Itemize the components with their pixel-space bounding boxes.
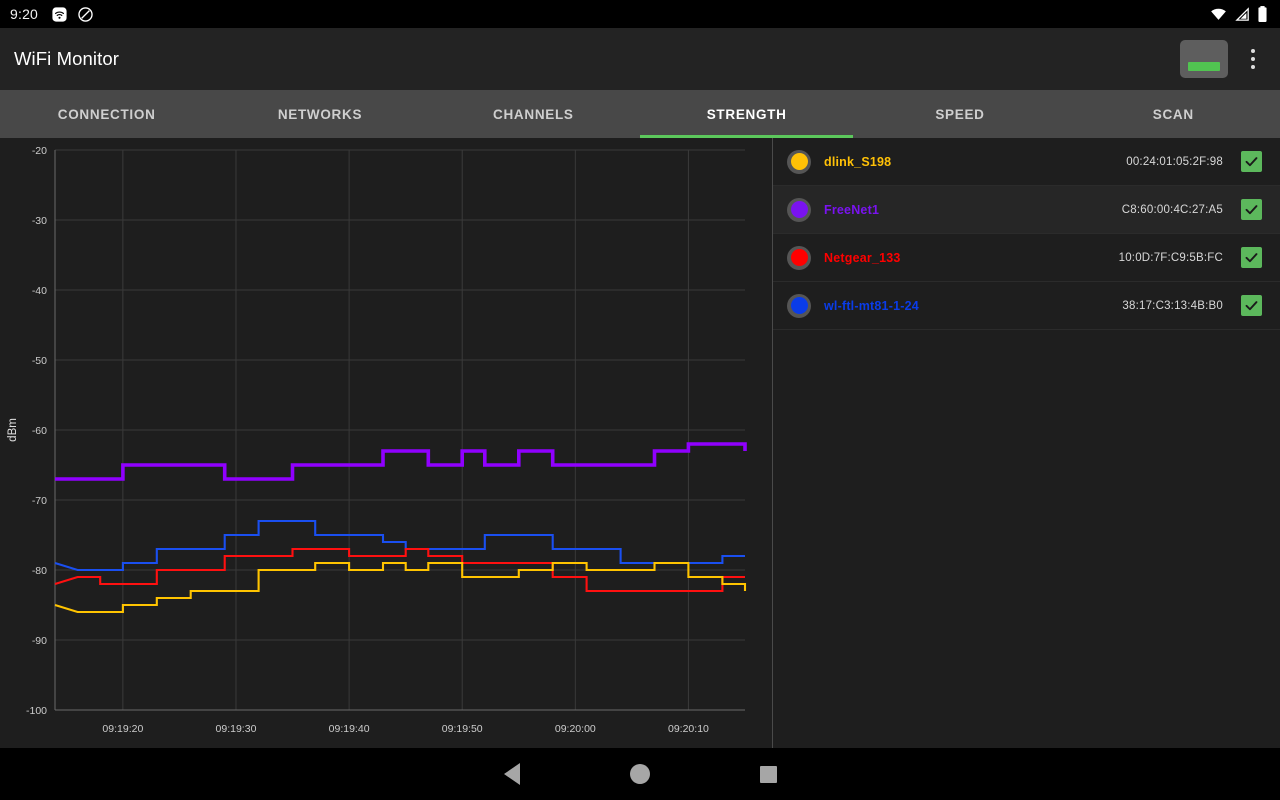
y-axis-tick-label: -90 — [32, 635, 47, 647]
wifi-toggle-button[interactable] — [1180, 40, 1228, 78]
legend-mac-address: C8:60:00:4C:27:A5 — [1121, 203, 1223, 216]
back-triangle-icon — [504, 763, 520, 785]
x-axis-tick-label: 09:19:20 — [102, 723, 143, 735]
app-bar: WiFi Monitor — [0, 28, 1280, 90]
legend-network-name: wl-ftl-mt81-1-24 — [824, 298, 919, 313]
legend-row[interactable]: FreeNet1 C8:60:00:4C:27:A5 — [773, 186, 1280, 234]
home-circle-icon — [630, 764, 650, 784]
x-axis-tick-label: 09:19:30 — [216, 723, 257, 735]
tab-scan[interactable]: SCAN — [1067, 90, 1280, 138]
battery-icon — [1258, 6, 1267, 22]
tab-channels[interactable]: CHANNELS — [427, 90, 640, 138]
x-axis-tick-label: 09:20:10 — [668, 723, 709, 735]
legend-dot-fill — [790, 153, 808, 170]
tab-label: CHANNELS — [493, 106, 574, 122]
tab-speed[interactable]: SPEED — [853, 90, 1066, 138]
status-bar: 9:20 — [0, 0, 1280, 28]
tab-label: STRENGTH — [706, 106, 787, 122]
content-area: -20 -30 -40 -50 -60 -70 -80 -90 -100 09:19:20 09:1… — [0, 138, 1280, 748]
tab-underline — [1067, 135, 1280, 138]
tab-bar: CONNECTION NETWORKS CHANNELS STRENGTH SP… — [0, 90, 1280, 138]
recents-square-icon — [759, 765, 777, 783]
legend-color-dot — [787, 149, 811, 174]
x-axis-tick-label: 09:20:00 — [555, 723, 596, 735]
overflow-menu-icon[interactable] — [1242, 39, 1264, 79]
tab-label: NETWORKS — [277, 106, 363, 122]
y-axis-title: dBm — [7, 418, 19, 442]
overflow-dot — [1251, 49, 1255, 53]
legend-network-name: Netgear_133 — [824, 250, 901, 265]
y-axis-tick-label: -70 — [32, 495, 47, 507]
legend-mac-address: 38:17:C3:13:4B:B0 — [1122, 299, 1223, 312]
x-axis-tick-label: 09:19:50 — [442, 723, 483, 735]
y-axis-tick-label: -30 — [32, 215, 47, 227]
wifi-signal-icon — [1211, 8, 1226, 20]
no-disturb-icon — [78, 6, 93, 22]
system-navigation-bar — [0, 748, 1280, 800]
legend-color-dot — [787, 245, 811, 270]
legend-dot-fill — [790, 249, 808, 266]
page-title: WiFi Monitor — [14, 48, 120, 69]
tab-label: SCAN — [1152, 106, 1194, 122]
y-axis-tick-label: -60 — [32, 425, 47, 437]
signal-strength-chart[interactable]: -20 -30 -40 -50 -60 -70 -80 -90 -100 09:19:20 09:1… — [0, 138, 772, 748]
checkmark-icon — [1245, 157, 1258, 167]
legend-checkbox[interactable] — [1241, 247, 1262, 268]
tab-label: CONNECTION — [57, 106, 156, 122]
overflow-dot — [1251, 57, 1255, 61]
checkmark-icon — [1245, 301, 1258, 311]
legend-row[interactable]: wl-ftl-mt81-1-24 38:17:C3:13:4B:B0 — [773, 282, 1280, 330]
tab-connection[interactable]: CONNECTION — [0, 90, 213, 138]
network-legend-list: dlink_S198 00:24:01:05:2F:98 FreeNet1 C8… — [773, 138, 1280, 748]
tab-networks[interactable]: NETWORKS — [213, 90, 426, 138]
y-axis-tick-label: -40 — [32, 285, 47, 297]
checkmark-icon — [1245, 253, 1258, 263]
legend-network-name: FreeNet1 — [824, 202, 880, 217]
legend-dot-fill — [790, 201, 808, 218]
y-axis-tick-label: -20 — [32, 145, 47, 157]
legend-dot-fill — [790, 297, 808, 314]
tab-label: SPEED — [935, 106, 985, 122]
wifi-notification-icon — [52, 6, 67, 22]
recents-button[interactable] — [704, 748, 832, 800]
legend-checkbox[interactable] — [1241, 151, 1262, 172]
chart-canvas: -20 -30 -40 -50 -60 -70 -80 -90 -100 09:19:20 09:1… — [0, 138, 772, 748]
status-bar-time: 9:20 — [10, 6, 39, 22]
y-axis-tick-label: -80 — [32, 565, 47, 577]
y-axis-tick-label: -100 — [26, 705, 47, 717]
legend-color-dot — [787, 197, 811, 222]
home-button[interactable] — [576, 748, 704, 800]
legend-mac-address: 10:0D:7F:C9:5B:FC — [1118, 251, 1223, 264]
status-bar-notification-icons — [51, 6, 94, 23]
legend-network-name: dlink_S198 — [824, 154, 892, 169]
legend-row[interactable]: dlink_S198 00:24:01:05:2F:98 — [773, 138, 1280, 186]
back-button[interactable] — [448, 748, 576, 800]
toggle-indicator-bar — [1188, 62, 1220, 71]
legend-checkbox[interactable] — [1241, 295, 1262, 316]
x-axis-tick-label: 09:19:40 — [329, 723, 370, 735]
cell-signal-icon — [1235, 6, 1249, 21]
legend-mac-address: 00:24:01:05:2F:98 — [1126, 155, 1223, 168]
tab-strength[interactable]: STRENGTH — [639, 90, 854, 138]
y-axis-tick-label: -50 — [32, 355, 47, 367]
legend-row[interactable]: Netgear_133 10:0D:7F:C9:5B:FC — [773, 234, 1280, 282]
checkmark-icon — [1245, 205, 1258, 215]
status-bar-system-icons — [1209, 5, 1272, 23]
legend-color-dot — [787, 293, 811, 318]
app-screen: 9:20 WiFi Monitor CONNECTION NETWORKS CH… — [0, 0, 1280, 800]
tab-underline — [853, 135, 1066, 138]
overflow-dot — [1251, 65, 1255, 69]
legend-checkbox[interactable] — [1241, 199, 1262, 220]
